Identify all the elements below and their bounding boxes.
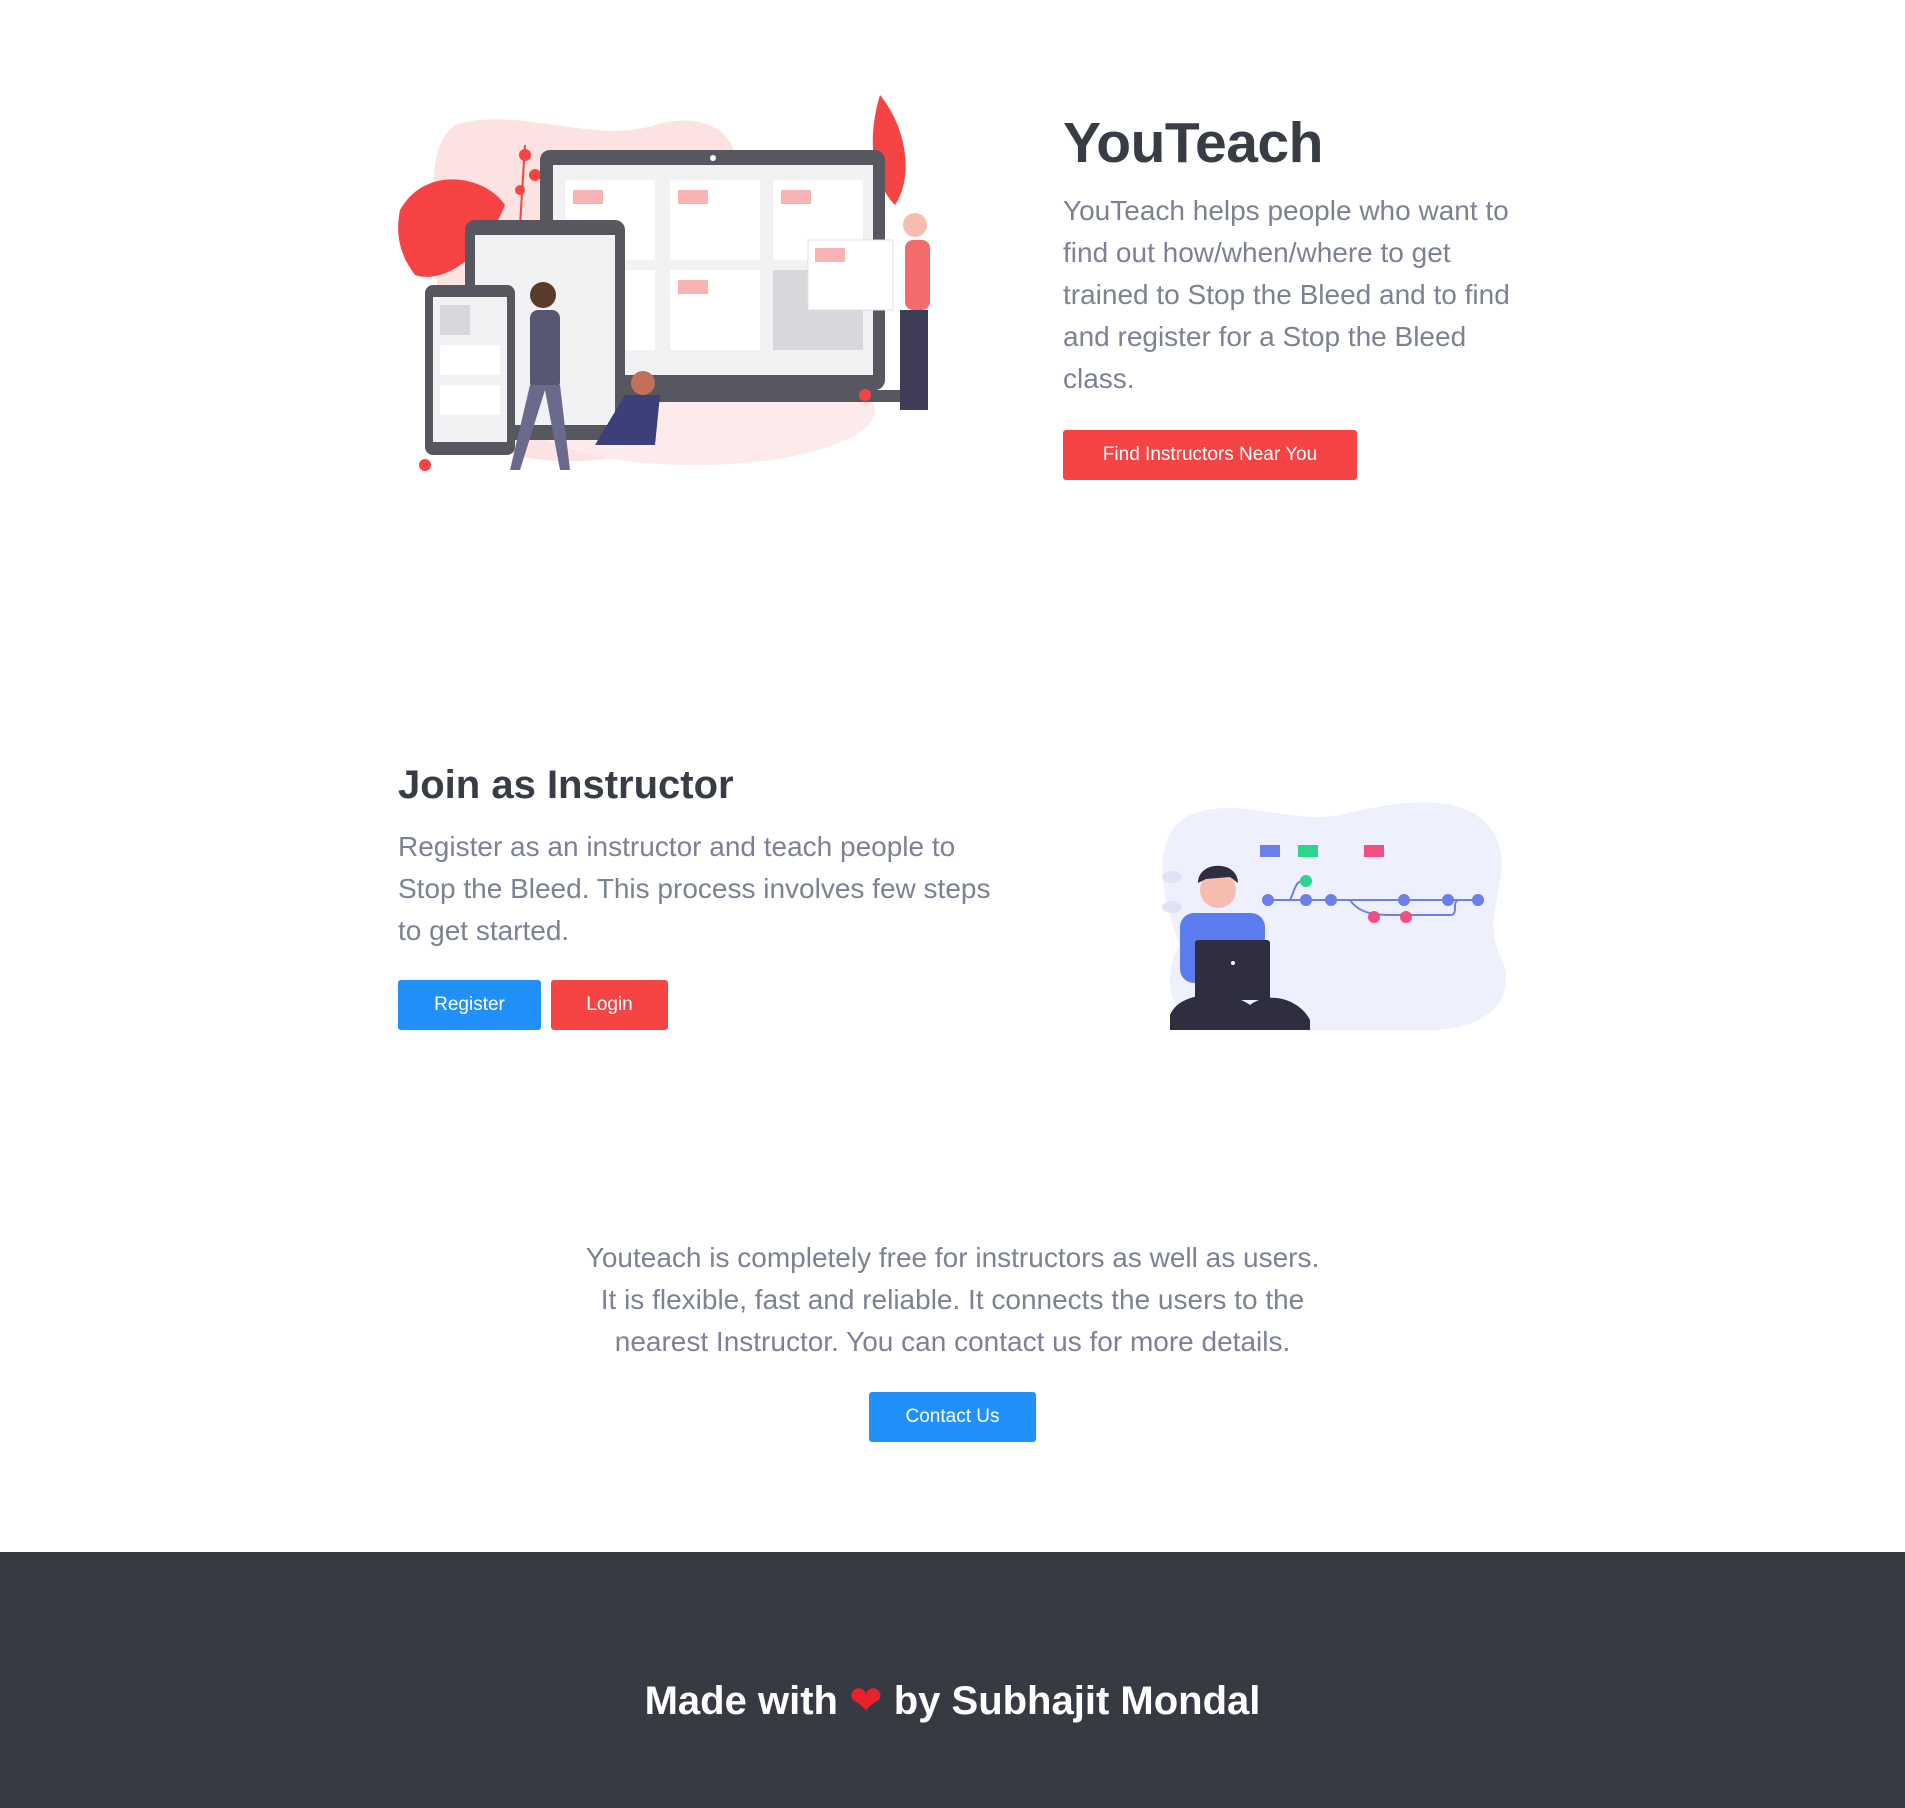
join-instructor-heading: Join as Instructor <box>398 763 734 807</box>
hero-description: YouTeach helps people who want to find o… <box>1063 195 1510 394</box>
about-line-2: It is flexible, fast and reliable. It co… <box>600 1284 1305 1315</box>
footer-prefix: Made with <box>644 1679 838 1723</box>
about-line-3: nearest Instructor. You can contact us f… <box>614 1326 1291 1357</box>
heart-icon: ❤ <box>849 1679 883 1723</box>
footer-credit: Made with ❤ by Subhajit Mondal <box>0 1678 1905 1724</box>
find-instructors-button[interactable]: Find Instructors Near You <box>1063 430 1357 480</box>
register-button[interactable]: Register <box>398 980 541 1030</box>
about-line-1: Youteach is completely free for instruct… <box>585 1242 1320 1273</box>
instructor-description: Register as an instructor and teach peop… <box>398 831 991 946</box>
footer-author: by Subhajit Mondal <box>893 1679 1261 1723</box>
footer: Made with ❤ by Subhajit Mondal <box>0 1552 1905 1808</box>
contact-us-button[interactable]: Contact Us <box>869 1392 1036 1442</box>
hero-illustration <box>395 85 945 485</box>
page-title: YouTeach <box>1063 111 1323 175</box>
login-button[interactable]: Login <box>551 980 668 1030</box>
instructor-illustration <box>1150 795 1520 1040</box>
about-section: Youteach is completely free for instruct… <box>0 1237 1905 1363</box>
